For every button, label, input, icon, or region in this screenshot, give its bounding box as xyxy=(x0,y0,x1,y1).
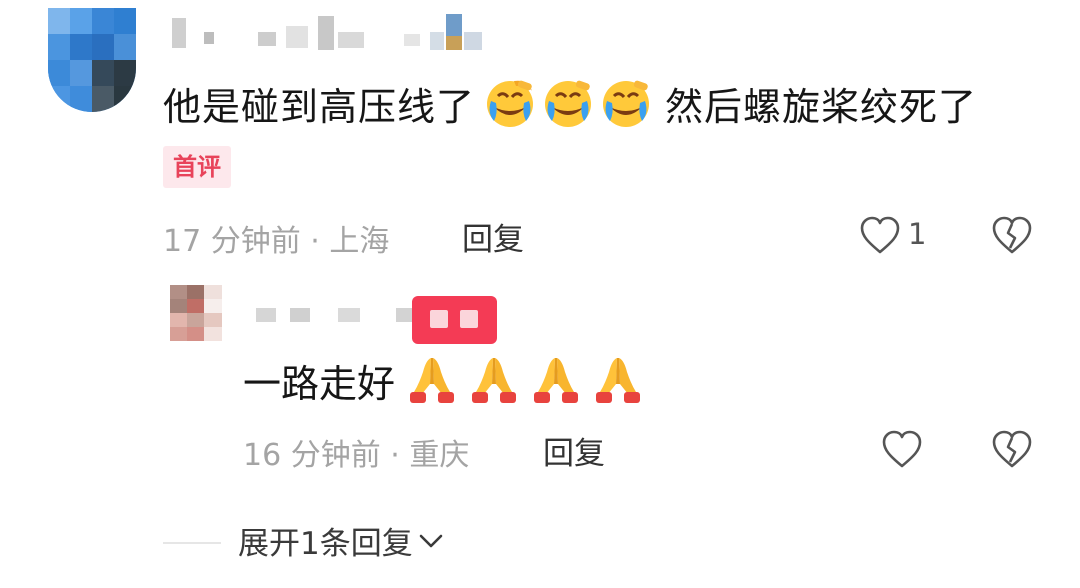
author-badge xyxy=(412,296,497,344)
praying-hands-emoji xyxy=(468,354,520,406)
praying-hands-emoji xyxy=(406,354,458,406)
crying-laugh-emoji xyxy=(600,77,652,129)
crying-laugh-emoji xyxy=(542,77,594,129)
first-comment-badge: 首评 xyxy=(163,146,231,188)
comment-meta: 17 分钟前 · 上海 xyxy=(163,224,390,259)
username-blurred[interactable] xyxy=(168,14,488,54)
like-heart-icon[interactable] xyxy=(858,214,902,260)
comment-text: 他是碰到高压线了 然后螺旋桨绞死了 xyxy=(163,75,977,131)
comment-text-after: 然后螺旋桨绞死了 xyxy=(665,84,978,129)
reply-like-heart-icon[interactable] xyxy=(880,428,924,474)
reply-meta: 16 分钟前 · 重庆 xyxy=(243,438,470,473)
praying-hands-emoji xyxy=(592,354,644,406)
reply-dislike-broken-heart-icon[interactable] xyxy=(990,428,1034,474)
reply-avatar[interactable] xyxy=(170,285,222,341)
comment-text-before: 他是碰到高压线了 xyxy=(163,84,476,129)
reply-username-blurred[interactable] xyxy=(250,300,420,330)
praying-hands-emoji xyxy=(530,354,582,406)
reply-button[interactable]: 回复 xyxy=(462,214,524,259)
dislike-broken-heart-icon[interactable] xyxy=(990,214,1034,260)
reply-text: 一路走好 xyxy=(243,352,649,408)
expand-replies-label: 展开1条回复 xyxy=(238,526,413,562)
expand-divider xyxy=(163,542,221,544)
like-count: 1 xyxy=(908,217,927,251)
reply-text-content: 一路走好 xyxy=(243,361,396,406)
avatar[interactable] xyxy=(48,8,136,112)
expand-replies-button[interactable]: 展开1条回复 xyxy=(238,518,445,563)
chevron-down-icon xyxy=(417,523,445,559)
crying-laugh-emoji xyxy=(484,77,536,129)
reply-to-reply-button[interactable]: 回复 xyxy=(543,428,605,473)
comment-thread: 他是碰到高压线了 然后螺旋桨绞死了 首评 17 分钟前 · 上海 回复 1 一路… xyxy=(0,0,1080,588)
